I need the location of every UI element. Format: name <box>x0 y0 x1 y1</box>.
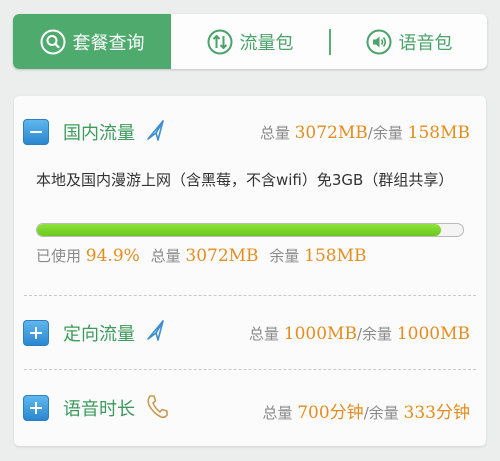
divider <box>24 295 476 296</box>
used-percent: 94.9% <box>85 246 140 266</box>
remain-value: 158MB <box>407 122 470 143</box>
paper-plane-icon <box>147 120 164 141</box>
tab-label: 流量包 <box>239 32 294 54</box>
remain-value: 333分钟 <box>403 403 470 423</box>
usage-detail: 已使用 94.9% 总量 3072MB 余量 158MB <box>36 246 367 266</box>
tab-package-query[interactable]: 套餐查询 <box>13 14 171 69</box>
section-title: 国内流量 <box>63 123 135 144</box>
total-value: 3072MB <box>294 122 368 143</box>
total-value: 1000MB <box>283 324 357 344</box>
tab-bar: 套餐查询 流量包 语音包 <box>13 14 487 69</box>
domestic-data-header[interactable]: 国内流量 总量 3072MB/余量 158MB <box>14 117 486 147</box>
voice-minutes-header[interactable]: 语音时长 总量 700分钟/余量 333分钟 <box>14 393 486 423</box>
tab-label: 语音包 <box>398 32 453 54</box>
updown-arrows-icon <box>207 29 232 54</box>
tab-voice-pack[interactable]: 语音包 <box>331 14 487 69</box>
voice-summary: 总量 700分钟/余量 333分钟 <box>262 403 470 423</box>
divider <box>24 369 476 370</box>
paper-plane-icon <box>147 320 164 341</box>
directed-data-header[interactable]: 定向流量 总量 1000MB/余量 1000MB <box>14 318 486 348</box>
total-value: 700分钟 <box>297 403 364 423</box>
section-title: 语音时长 <box>63 399 135 420</box>
expand-toggle[interactable] <box>23 395 49 421</box>
tab-data-pack[interactable]: 流量包 <box>171 14 329 69</box>
usage-progress-bar <box>36 223 464 237</box>
domestic-summary: 总量 3072MB/余量 158MB <box>259 122 470 143</box>
collapse-toggle[interactable] <box>23 119 49 145</box>
expand-toggle[interactable] <box>23 320 49 346</box>
speaker-icon <box>366 29 391 54</box>
total-value: 3072MB <box>185 246 259 266</box>
tab-label: 套餐查询 <box>72 32 145 54</box>
section-title: 定向流量 <box>63 324 135 345</box>
search-icon <box>40 29 65 54</box>
usage-progress-fill <box>37 224 442 236</box>
remain-value: 158MB <box>304 246 367 266</box>
phone-icon <box>147 395 168 419</box>
directed-summary: 总量 1000MB/余量 1000MB <box>249 324 470 344</box>
package-card: 国内流量 总量 3072MB/余量 158MB 本地及国内漫游上网（含黑莓，不含… <box>14 96 486 446</box>
remain-value: 1000MB <box>396 324 470 344</box>
domestic-description: 本地及国内漫游上网（含黑莓，不含wifi）免3GB（群组共享） <box>36 171 454 189</box>
